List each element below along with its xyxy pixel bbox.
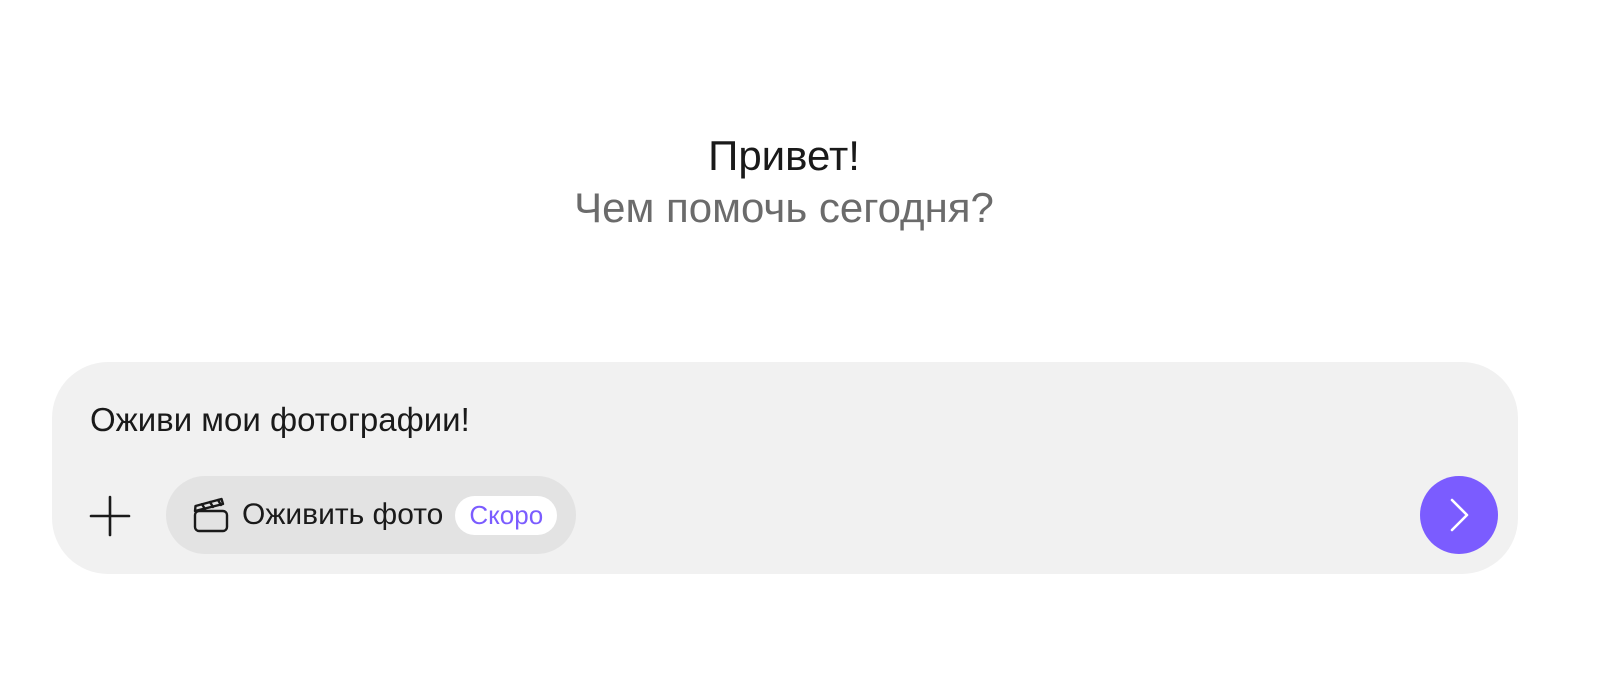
coming-soon-badge: Скоро: [455, 495, 558, 535]
page: Привет! Чем помочь сегодня? Оживить фото: [0, 0, 1600, 698]
prompt-input[interactable]: [90, 396, 1390, 444]
add-button[interactable]: [86, 492, 134, 540]
clapperboard-icon: [192, 496, 230, 534]
greeting-title: Привет!: [708, 132, 860, 179]
greeting: Привет! Чем помочь сегодня?: [0, 130, 1568, 234]
prompt-composer: Оживить фото Скоро: [52, 362, 1518, 574]
send-button[interactable]: [1420, 476, 1498, 554]
plus-icon: [89, 495, 131, 537]
chevron-right-icon: [1450, 498, 1469, 532]
greeting-subtitle: Чем помочь сегодня?: [574, 184, 994, 231]
animate-photo-chip[interactable]: Оживить фото Скоро: [166, 476, 576, 554]
chip-label: Оживить фото: [242, 498, 444, 531]
